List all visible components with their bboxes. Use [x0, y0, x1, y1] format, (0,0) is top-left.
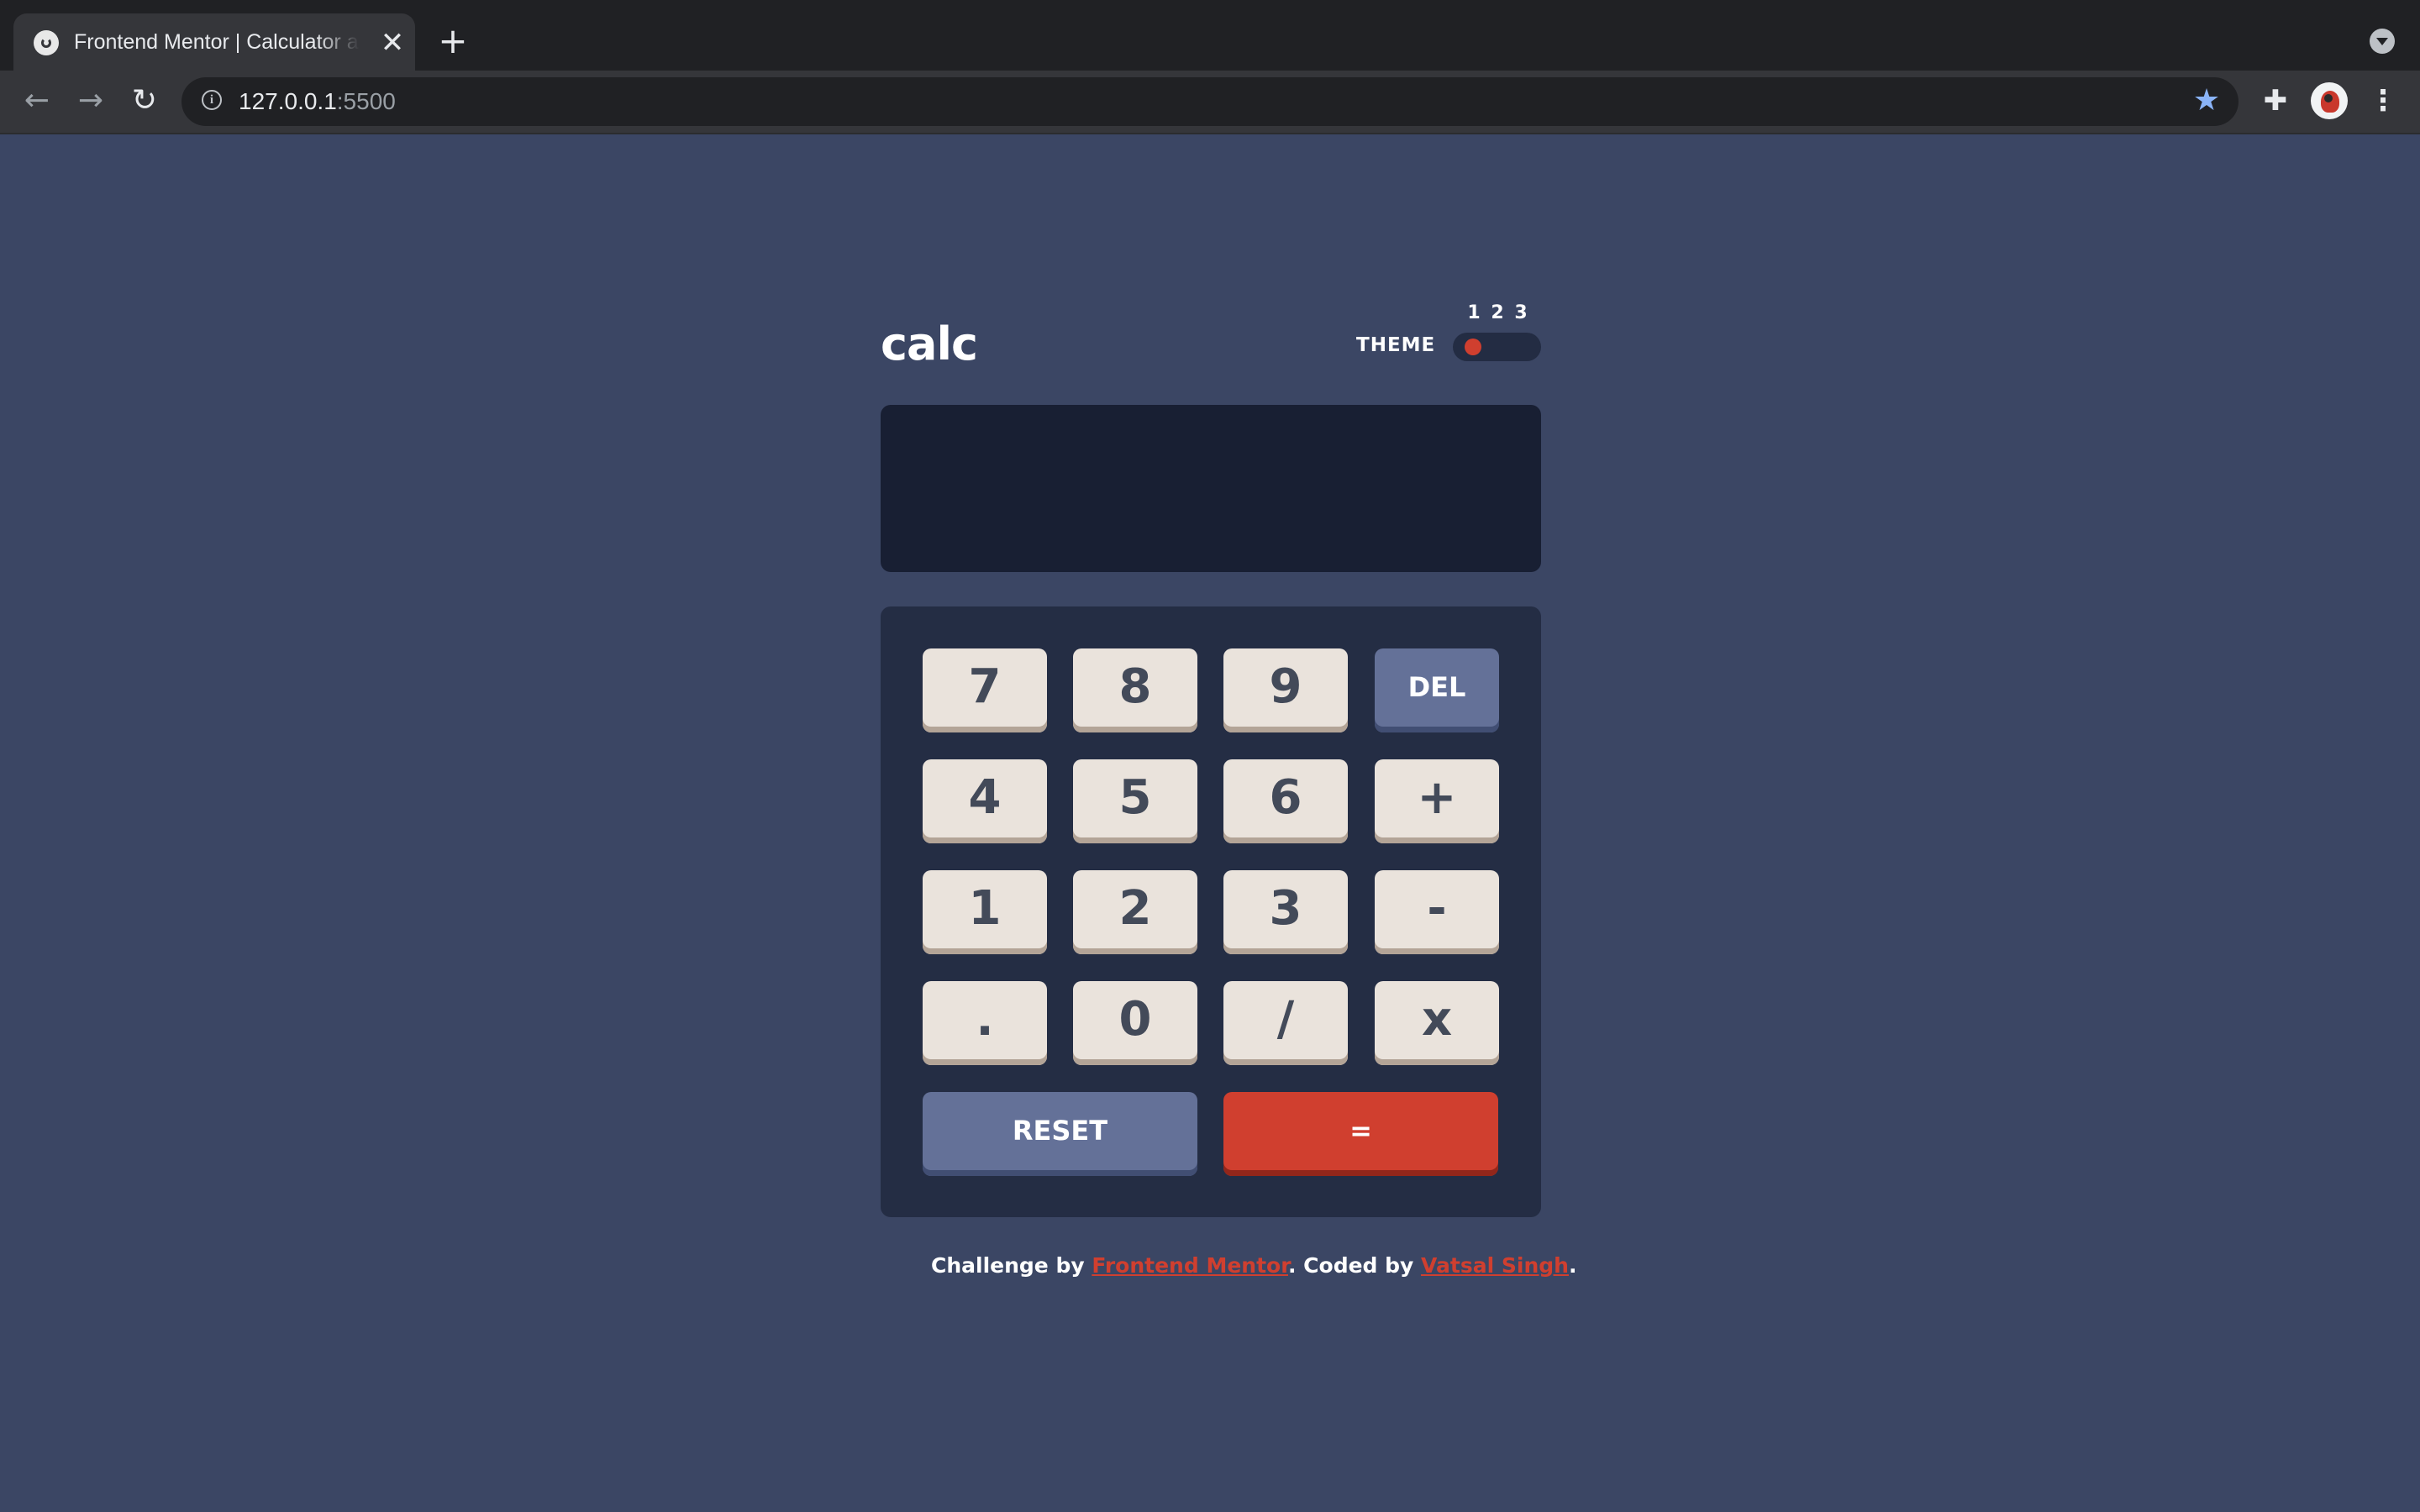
extensions-icon[interactable]: ✚ — [2257, 82, 2294, 119]
footer-suffix: . — [1568, 1253, 1577, 1278]
theme-option-3[interactable]: 3 — [1511, 302, 1531, 323]
tab-title: Frontend Mentor | Calculator app — [74, 30, 360, 54]
close-tab-icon[interactable]: ✕ — [378, 29, 407, 57]
key-9[interactable]: 9 — [1223, 648, 1348, 732]
reload-icon[interactable]: ↻ — [126, 82, 163, 119]
theme-toggle-knob[interactable] — [1465, 339, 1481, 355]
frontend-mentor-link[interactable]: Frontend Mentor — [1092, 1253, 1288, 1278]
browser-tab-bar: Frontend Mentor | Calculator app ✕ + — [0, 0, 2420, 71]
favicon-icon — [34, 30, 59, 55]
key-3[interactable]: 3 — [1223, 870, 1348, 954]
theme-option-2[interactable]: 2 — [1487, 302, 1507, 323]
profile-avatar[interactable] — [2311, 82, 2348, 119]
key-divide[interactable]: / — [1223, 981, 1348, 1065]
footer-prefix: Challenge by — [931, 1253, 1092, 1278]
kebab-menu-icon[interactable]: ⋮ — [2365, 82, 2402, 119]
equals-button[interactable]: = — [1223, 1092, 1498, 1176]
key-plus[interactable]: + — [1375, 759, 1499, 843]
key-minus[interactable]: - — [1375, 870, 1499, 954]
theme-numbers: 1 2 3 — [1464, 302, 1528, 326]
key-4[interactable]: 4 — [923, 759, 1047, 843]
address-bar[interactable]: i 127.0.0.1:5500 ★ — [182, 77, 2238, 126]
reset-button[interactable]: RESET — [923, 1092, 1197, 1176]
key-1[interactable]: 1 — [923, 870, 1047, 954]
calculator-display — [881, 405, 1541, 572]
keypad: 7 8 9 DEL 4 5 6 + 1 2 3 - . 0 / x RESET … — [881, 606, 1541, 1217]
delete-button[interactable]: DEL — [1375, 648, 1499, 732]
tab-search-icon[interactable] — [2370, 29, 2395, 54]
key-8[interactable]: 8 — [1073, 648, 1197, 732]
key-0[interactable]: 0 — [1073, 981, 1197, 1065]
app-logo: calc — [881, 318, 978, 370]
toolbar-divider — [0, 133, 2420, 134]
key-7[interactable]: 7 — [923, 648, 1047, 732]
author-link[interactable]: Vatsal Singh — [1421, 1253, 1569, 1278]
footer-middle: . Coded by — [1287, 1253, 1422, 1278]
star-icon[interactable]: ★ — [2190, 84, 2223, 118]
theme-label: THEME — [1356, 334, 1436, 356]
url-text[interactable]: 127.0.0.1:5500 — [239, 88, 396, 117]
url-port: :5500 — [336, 88, 396, 114]
browser-toolbar: ← → ↻ i 127.0.0.1:5500 ★ ✚ ⋮ — [0, 71, 2420, 133]
back-arrow-icon[interactable]: ← — [18, 82, 55, 119]
theme-toggle[interactable] — [1453, 333, 1541, 361]
url-host: 127.0.0.1 — [239, 88, 337, 114]
key-multiply[interactable]: x — [1375, 981, 1499, 1065]
theme-option-1[interactable]: 1 — [1464, 302, 1484, 323]
new-tab-button[interactable]: + — [435, 24, 471, 59]
info-icon[interactable]: i — [202, 90, 222, 110]
forward-arrow-icon[interactable]: → — [72, 82, 109, 119]
key-2[interactable]: 2 — [1073, 870, 1197, 954]
attribution-footer: Challenge by Frontend Mentor. Coded by V… — [931, 1253, 1576, 1287]
browser-tab[interactable]: Frontend Mentor | Calculator app ✕ — [13, 13, 415, 71]
key-5[interactable]: 5 — [1073, 759, 1197, 843]
key-6[interactable]: 6 — [1223, 759, 1348, 843]
key-decimal[interactable]: . — [923, 981, 1047, 1065]
